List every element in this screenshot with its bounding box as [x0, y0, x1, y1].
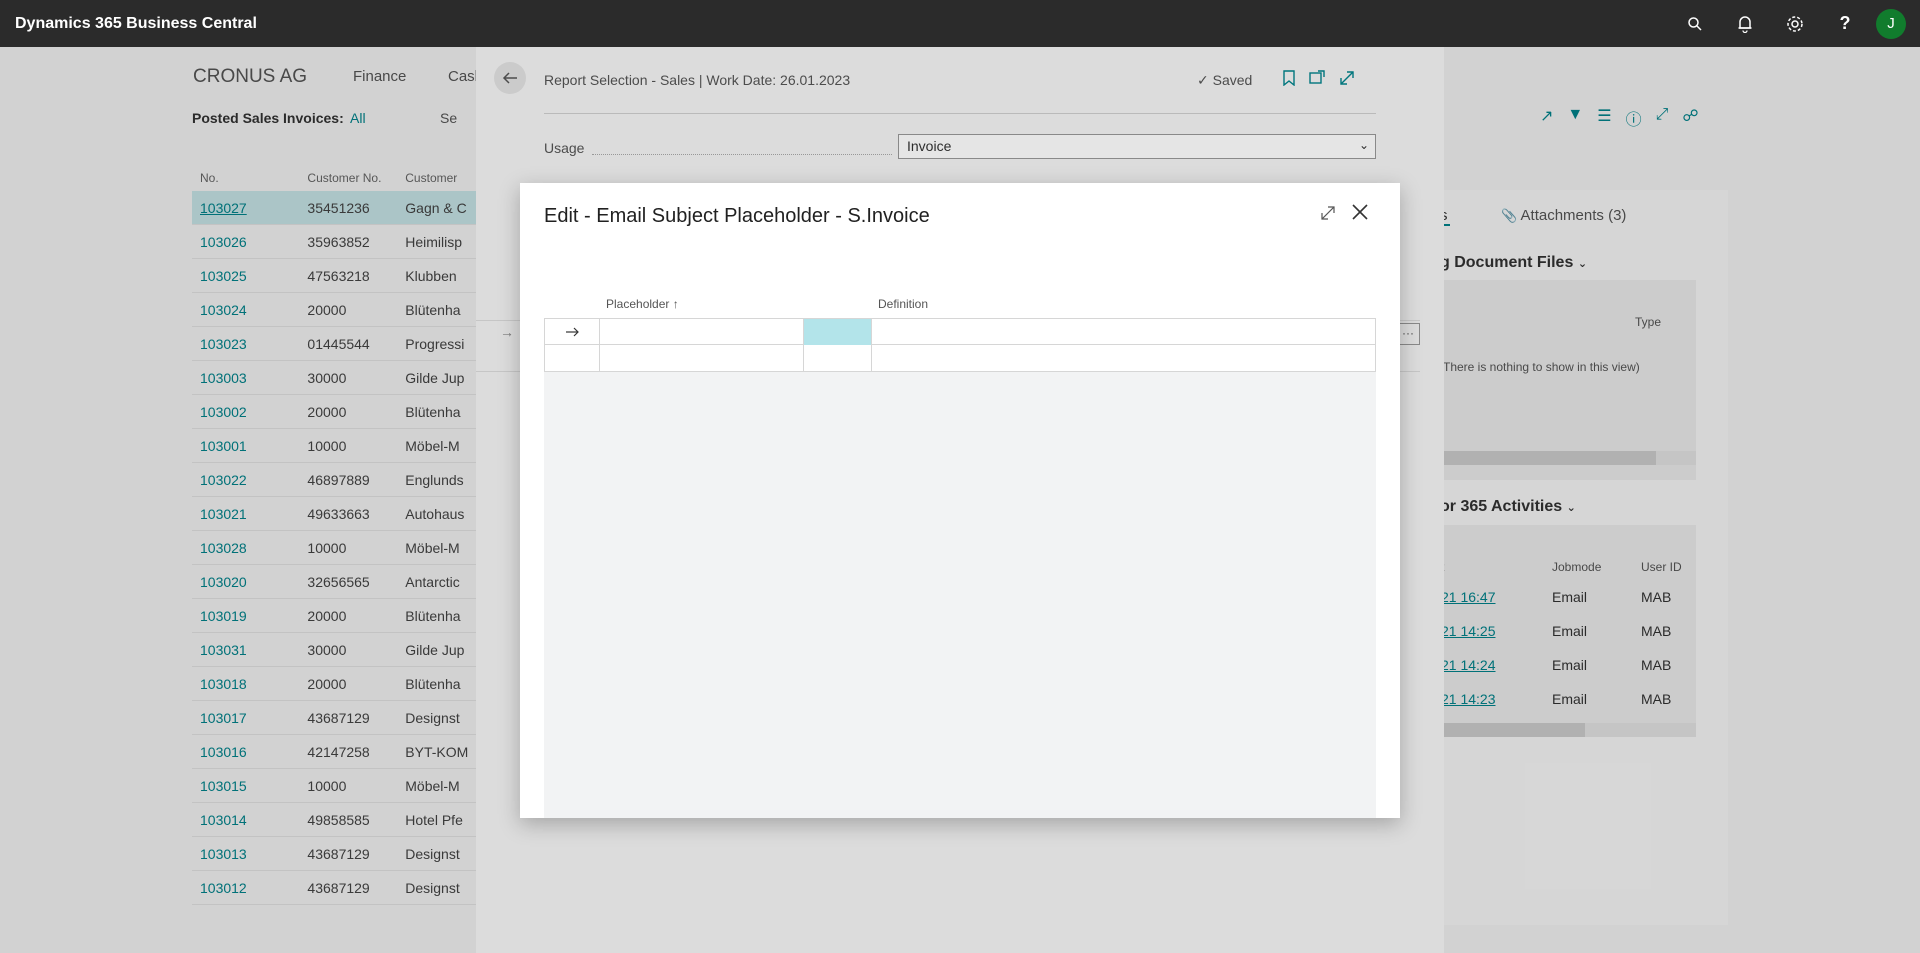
active-cell[interactable]: [804, 319, 872, 345]
sort-ascending-icon: ↑: [672, 297, 679, 311]
top-bar-icons: ? J: [1670, 0, 1906, 47]
table-row[interactable]: [544, 318, 1376, 345]
row-selector[interactable]: [544, 319, 600, 345]
avatar[interactable]: J: [1876, 8, 1906, 39]
col-placeholder[interactable]: Placeholder ↑: [606, 297, 679, 311]
dialog-title: Edit - Email Subject Placeholder - S.Inv…: [544, 205, 930, 227]
gear-icon[interactable]: [1770, 0, 1820, 47]
app-title[interactable]: Dynamics 365 Business Central: [15, 15, 257, 33]
col-definition[interactable]: Definition: [878, 297, 928, 311]
row-selector[interactable]: [544, 345, 600, 371]
arrow-right-icon: [566, 327, 579, 337]
top-bar: Dynamics 365 Business Central ? J: [0, 0, 1920, 47]
placeholder-grid: [544, 318, 1376, 818]
placeholder-cell[interactable]: [600, 319, 804, 345]
close-icon[interactable]: [1350, 202, 1370, 227]
empty-cell[interactable]: [804, 345, 872, 371]
help-icon[interactable]: ?: [1820, 0, 1870, 47]
edit-placeholder-dialog: Edit - Email Subject Placeholder - S.Inv…: [520, 183, 1400, 818]
grid-header: Placeholder ↑ Definition: [544, 293, 1376, 313]
expand-icon[interactable]: [1320, 205, 1336, 226]
placeholder-cell[interactable]: [600, 345, 804, 371]
definition-cell[interactable]: [872, 319, 1376, 345]
col-placeholder-label: Placeholder: [606, 297, 670, 311]
definition-cell[interactable]: [872, 345, 1376, 371]
table-row[interactable]: [544, 345, 1376, 372]
search-icon[interactable]: [1670, 0, 1720, 47]
bell-icon[interactable]: [1720, 0, 1770, 47]
